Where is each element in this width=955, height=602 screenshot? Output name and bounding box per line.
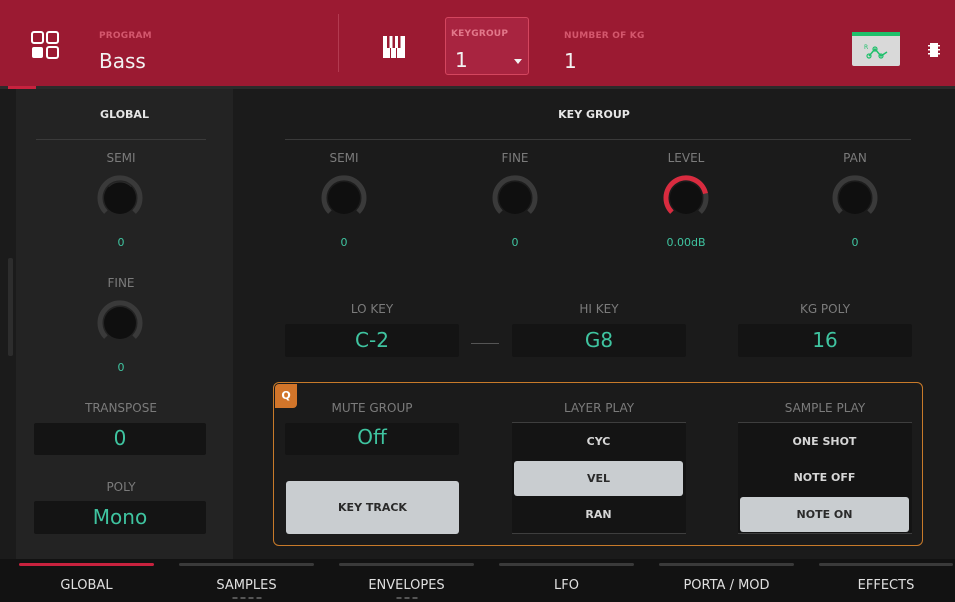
tab-effects-label: EFFECTS: [857, 578, 915, 593]
transpose-value: 0: [113, 426, 127, 450]
kg-semi-knob[interactable]: [318, 172, 370, 224]
number-of-kg-value[interactable]: 1: [564, 49, 577, 73]
mute-group-label: MUTE GROUP: [331, 401, 413, 415]
tab-porta-mod-indicator: [659, 563, 794, 566]
key-range-dash: [471, 343, 499, 344]
keygroup-title: KEY GROUP: [558, 108, 630, 121]
tab-samples-indicator: [179, 563, 314, 566]
tab-samples[interactable]: SAMPLES: [179, 559, 314, 602]
kg-poly-value: 16: [812, 328, 838, 352]
global-divider: [36, 139, 206, 140]
keygroup-selector[interactable]: KEYGROUP 1: [445, 17, 529, 75]
sample-play-option-note-off[interactable]: NOTE OFF: [740, 461, 909, 494]
kg-pan-value: 0: [851, 236, 859, 249]
program-label: PROGRAM: [99, 31, 152, 41]
kg-pan-knob[interactable]: [829, 172, 881, 224]
global-semi-value: 0: [117, 236, 125, 249]
keygroup-value: 1: [455, 48, 468, 72]
kg-level-knob[interactable]: [660, 172, 712, 224]
key-track-button[interactable]: KEY TRACK: [286, 481, 459, 534]
kg-pan-label: PAN: [843, 151, 867, 165]
number-of-kg-label: NUMBER OF KG: [564, 31, 645, 41]
tab-envelopes-page-dots: [396, 597, 417, 599]
sample-play-option-one-shot[interactable]: ONE SHOT: [740, 425, 909, 458]
kg-poly-label: KG POLY: [799, 302, 851, 316]
mute-group-value: Off: [357, 425, 387, 449]
piano-keys-icon[interactable]: [383, 36, 405, 58]
layer-play-option-ran[interactable]: RAN: [514, 498, 683, 531]
tab-global-indicator: [19, 563, 154, 566]
layer-play-option-cyc[interactable]: CYC: [514, 425, 683, 458]
tab-porta-mod[interactable]: PORTA / MOD: [659, 559, 794, 602]
tab-envelopes-label: ENVELOPES: [368, 578, 445, 593]
kg-fine-label: FINE: [501, 151, 529, 165]
poly-label: POLY: [106, 480, 136, 494]
tab-effects[interactable]: EFFECTS: [819, 559, 953, 602]
mod-routing-icon[interactable]: R: [852, 32, 900, 66]
bottom-tab-bar: GLOBAL SAMPLES ENVELOPES LFO PORTA / MOD…: [0, 559, 955, 602]
sample-play-bottom-border: [738, 533, 912, 534]
layer-play-label: LAYER PLAY: [563, 401, 635, 415]
sample-play-option-note-on[interactable]: NOTE ON: [740, 497, 909, 532]
global-fine-label: FINE: [107, 276, 135, 290]
left-scroll-handle[interactable]: [8, 258, 13, 356]
kg-semi-value: 0: [340, 236, 348, 249]
chip-icon[interactable]: [928, 42, 940, 58]
svg-text:R: R: [864, 44, 868, 51]
hi-key-label: HI KEY: [579, 302, 619, 316]
transpose-label: TRANSPOSE: [85, 401, 157, 415]
header-divider: [338, 14, 339, 72]
keygroup-label: KEYGROUP: [451, 29, 509, 39]
global-fine-value: 0: [117, 361, 125, 374]
kg-level-value: 0.00dB: [666, 236, 706, 249]
mute-group-field[interactable]: Off: [285, 423, 459, 455]
poly-value: Mono: [92, 505, 148, 529]
global-fine-knob[interactable]: [94, 297, 146, 349]
caret-down-icon: [514, 59, 522, 64]
layer-play-top-border: [512, 422, 686, 423]
lo-key-label: LO KEY: [350, 302, 394, 316]
tab-envelopes-indicator: [339, 563, 474, 566]
kg-semi-label: SEMI: [329, 151, 359, 165]
layer-play-bottom-border: [512, 533, 686, 534]
tab-lfo-indicator: [499, 563, 634, 566]
tab-lfo[interactable]: LFO: [499, 559, 634, 602]
lo-key-value: C-2: [355, 328, 389, 352]
hi-key-value: G8: [584, 328, 614, 352]
grid-menu-icon[interactable]: [31, 31, 59, 59]
tab-global[interactable]: GLOBAL: [19, 559, 154, 602]
sample-play-top-border: [738, 422, 912, 423]
program-header: PROGRAM Bass KEYGROUP 1 NUMBER OF KG 1 R: [0, 0, 955, 86]
layer-play-option-vel[interactable]: VEL: [514, 461, 683, 496]
poly-field[interactable]: Mono: [34, 501, 206, 534]
tab-global-label: GLOBAL: [60, 578, 113, 593]
lo-key-field[interactable]: C-2: [285, 324, 459, 357]
global-semi-knob[interactable]: [94, 172, 146, 224]
sample-play-label: SAMPLE PLAY: [784, 401, 866, 415]
keygroup-divider: [285, 139, 911, 140]
kg-poly-field[interactable]: 16: [738, 324, 912, 357]
tab-lfo-label: LFO: [554, 578, 579, 593]
tab-porta-mod-label: PORTA / MOD: [683, 578, 770, 593]
tab-samples-page-dots: [232, 597, 261, 599]
kg-fine-value: 0: [511, 236, 519, 249]
kg-level-label: LEVEL: [667, 151, 705, 165]
tab-samples-label: SAMPLES: [216, 578, 277, 593]
tab-effects-indicator: [819, 563, 953, 566]
program-name[interactable]: Bass: [99, 49, 146, 73]
hi-key-field[interactable]: G8: [512, 324, 686, 357]
transpose-field[interactable]: 0: [34, 423, 206, 455]
global-title: GLOBAL: [100, 108, 149, 121]
kg-fine-knob[interactable]: [489, 172, 541, 224]
global-semi-label: SEMI: [106, 151, 136, 165]
tab-envelopes[interactable]: ENVELOPES: [339, 559, 474, 602]
